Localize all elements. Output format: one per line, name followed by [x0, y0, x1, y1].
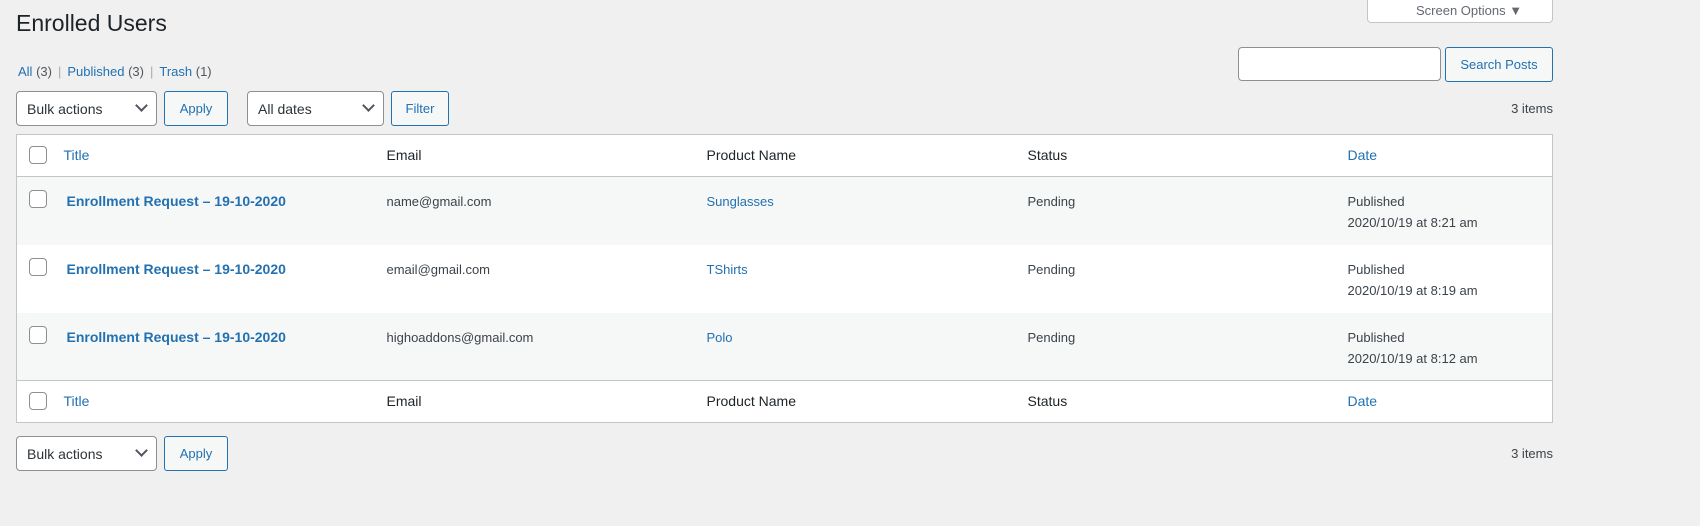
- row-date: 2020/10/19 at 8:21 am: [1347, 215, 1478, 230]
- bulk-actions-select-bottom[interactable]: Bulk actions: [16, 436, 157, 471]
- dates-select[interactable]: All dates: [247, 91, 384, 126]
- row-email: highoaddons@gmail.com: [386, 329, 534, 345]
- page-title: Enrolled Users: [16, 10, 167, 36]
- apply-button-bottom[interactable]: Apply: [164, 436, 228, 471]
- row-status: Pending: [1027, 261, 1076, 277]
- select-all-checkbox-footer[interactable]: [29, 392, 47, 410]
- apply-button[interactable]: Apply: [164, 91, 228, 126]
- row-status: Pending: [1027, 329, 1076, 345]
- row-checkbox[interactable]: [29, 325, 47, 344]
- row-date-status: Published: [1347, 194, 1405, 209]
- table-row: Enrollment Request – 19-10-2020 highoadd…: [16, 312, 1553, 381]
- row-email: email@gmail.com: [386, 261, 491, 277]
- search-posts-button[interactable]: Search Posts: [1445, 47, 1553, 82]
- bulk-actions-select[interactable]: Bulk actions: [16, 91, 157, 126]
- enrollments-table: Title Email Product Name Status Date Enr…: [16, 134, 1553, 423]
- screen-options-button[interactable]: Screen Options ▼: [1367, 0, 1553, 23]
- table-row: Enrollment Request – 19-10-2020 name@gma…: [16, 176, 1553, 245]
- column-email: Email: [386, 134, 707, 177]
- row-title-link[interactable]: Enrollment Request – 19-10-2020: [67, 193, 286, 209]
- select-all-checkbox[interactable]: [29, 146, 47, 164]
- row-date: 2020/10/19 at 8:19 am: [1347, 282, 1478, 298]
- row-product-link[interactable]: TShirts: [707, 262, 748, 277]
- items-count-bottom: 3 items: [1511, 446, 1553, 461]
- sort-title[interactable]: Title: [64, 147, 90, 163]
- filter-button[interactable]: Filter: [391, 91, 449, 126]
- items-count: 3 items: [1511, 101, 1553, 116]
- sort-date-footer[interactable]: Date: [1348, 393, 1378, 409]
- row-product-link[interactable]: Sunglasses: [707, 194, 774, 209]
- row-email: name@gmail.com: [386, 194, 492, 209]
- row-date-status: Published: [1347, 329, 1405, 345]
- view-all[interactable]: All (3): [18, 64, 52, 79]
- row-checkbox[interactable]: [29, 190, 47, 208]
- view-trash[interactable]: Trash (1): [159, 64, 211, 79]
- table-row: Enrollment Request – 19-10-2020 email@gm…: [17, 245, 1553, 313]
- view-filters: All (3) | Published (3) | Trash (1): [18, 64, 212, 79]
- column-product-footer: Product Name: [706, 380, 1028, 423]
- column-email-footer: Email: [386, 380, 707, 423]
- view-published[interactable]: Published (3): [67, 64, 144, 79]
- row-date: 2020/10/19 at 8:12 am: [1347, 350, 1478, 366]
- row-date-status: Published: [1347, 261, 1405, 277]
- column-status-footer: Status: [1027, 380, 1348, 423]
- chevron-down-icon: [135, 444, 148, 457]
- row-product-link[interactable]: Polo: [707, 330, 733, 345]
- row-status: Pending: [1027, 194, 1076, 209]
- row-title-link[interactable]: Enrollment Request – 19-10-2020: [67, 261, 286, 277]
- sort-title-footer[interactable]: Title: [64, 393, 90, 409]
- chevron-down-icon: [135, 99, 148, 112]
- search-input[interactable]: [1238, 47, 1441, 81]
- column-product: Product Name: [706, 134, 1028, 177]
- chevron-down-icon: [362, 99, 375, 112]
- row-checkbox[interactable]: [29, 257, 47, 276]
- sort-date[interactable]: Date: [1348, 147, 1378, 163]
- column-status: Status: [1027, 134, 1348, 177]
- row-title-link[interactable]: Enrollment Request – 19-10-2020: [67, 329, 286, 345]
